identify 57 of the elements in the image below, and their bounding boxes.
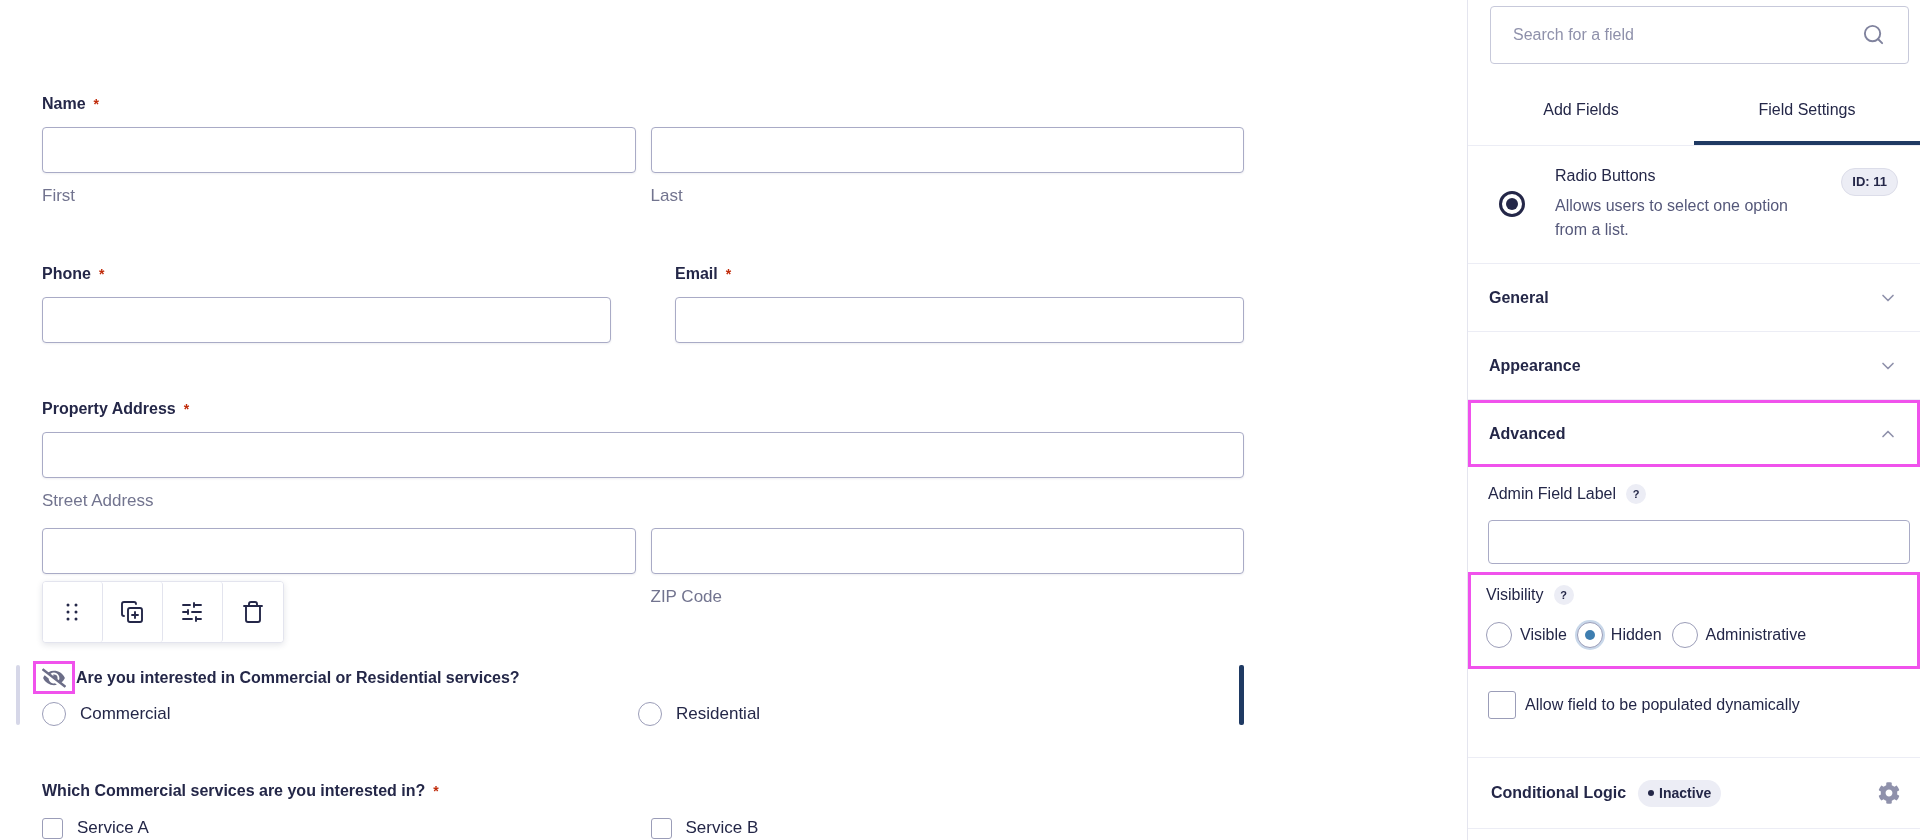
- checkbox-label: Service B: [685, 817, 759, 839]
- checkbox-label: Allow field to be populated dynamically: [1525, 695, 1800, 715]
- delete-button[interactable]: [222, 582, 283, 642]
- checkbox[interactable]: [650, 817, 672, 839]
- drag-handle[interactable]: [42, 582, 103, 642]
- field-label: Which Commercial services are you interested in? *: [42, 781, 440, 801]
- field-type-description: Allows users to select one option from a list.: [1555, 196, 1789, 240]
- copy-plus-icon: [120, 600, 145, 624]
- radio-label: Administrative: [1705, 625, 1807, 645]
- input-field[interactable]: [42, 528, 636, 574]
- input-field[interactable]: [42, 127, 636, 173]
- field-label: Property Address *: [42, 399, 191, 419]
- input-field[interactable]: [650, 127, 1244, 173]
- field-label: Email *: [675, 264, 733, 284]
- radio-button-icon: [1499, 190, 1525, 217]
- settings-button[interactable]: [162, 582, 223, 642]
- input-field[interactable]: [1488, 520, 1910, 564]
- radio-label: Hidden: [1610, 625, 1662, 645]
- input-field[interactable]: [675, 297, 1244, 343]
- setting-label: Admin Field Label: [1488, 484, 1617, 504]
- field-sublabel: Street Address: [42, 491, 155, 511]
- checkbox-label: Service A: [77, 817, 149, 839]
- settings-icon[interactable]: [1878, 782, 1900, 804]
- radio-button[interactable]: [1671, 622, 1698, 648]
- input-field[interactable]: [650, 528, 1244, 574]
- duplicate-button[interactable]: [102, 582, 163, 642]
- id-badge: ID: 11: [1841, 168, 1898, 196]
- radio-label: Commercial: [79, 703, 171, 725]
- checkbox[interactable]: [42, 817, 63, 839]
- radio-button[interactable]: [1576, 622, 1603, 648]
- radio-label: Visible: [1520, 625, 1567, 645]
- radio-button[interactable]: [41, 702, 66, 726]
- setting-label: Visibility: [1486, 585, 1544, 605]
- accordion-header[interactable]: Advanced: [1468, 400, 1920, 467]
- field-label: Are you interested in Commercial or Residential services?: [75, 667, 520, 688]
- help-badge[interactable]: ?: [1553, 585, 1574, 605]
- input-field[interactable]: [42, 432, 1244, 478]
- section-title: Conditional Logic: [1491, 784, 1627, 802]
- sliders-icon: [180, 600, 205, 624]
- input-field[interactable]: [42, 297, 611, 343]
- search-field[interactable]: Search for a field: [1490, 6, 1909, 64]
- grip-icon: [65, 602, 80, 622]
- field-type-title: Radio Buttons: [1555, 166, 1657, 186]
- field-sublabel: ZIP Code: [650, 587, 723, 607]
- trash-icon: [240, 600, 265, 624]
- checkbox[interactable]: [1488, 691, 1516, 719]
- field-sublabel: Last: [650, 186, 684, 206]
- search-icon: [1862, 23, 1885, 46]
- field-label: Phone *: [42, 264, 106, 284]
- status-dot-icon: [1648, 790, 1655, 796]
- field-sublabel: First: [42, 186, 77, 206]
- radio-label: Residential: [676, 703, 761, 725]
- field-label: Name *: [42, 94, 101, 114]
- radio-button[interactable]: [1486, 622, 1512, 648]
- radio-button[interactable]: [638, 702, 662, 726]
- status-text: Inactive: [1659, 785, 1712, 801]
- help-badge[interactable]: ?: [1626, 484, 1647, 504]
